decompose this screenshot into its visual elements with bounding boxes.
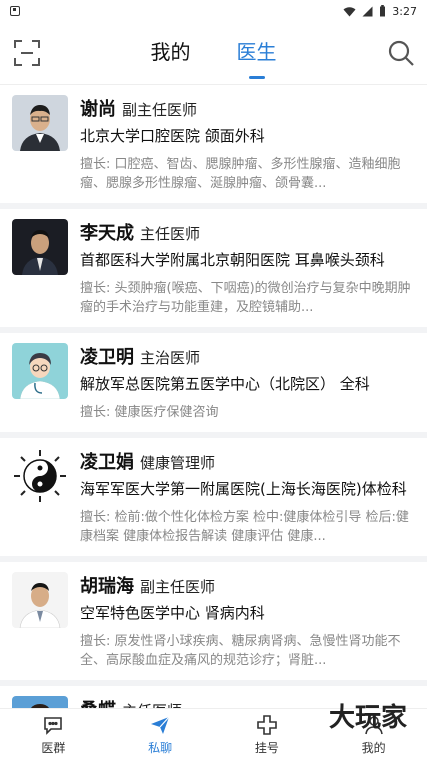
- doctor-title: 副主任医师: [122, 101, 198, 119]
- nav-label: 我的: [361, 740, 386, 755]
- doctor-skill: 擅长: 头颈肿瘤(喉癌、下咽癌)的微创治疗与复杂中晚期肿瘤的手术治疗与功能重建，…: [80, 281, 411, 315]
- watermark: 大玩家: [329, 697, 407, 734]
- doctor-card[interactable]: 李天成 主任医师 首都医科大学附属北京朝阳医院 耳鼻喉头颈科 擅长: 头颈肿瘤(…: [0, 209, 427, 333]
- doctor-list: 谢尚 副主任医师 北京大学口腔医院 颌面外科 擅长: 口腔癌、智齿、腮腺肿瘤、多…: [0, 84, 427, 708]
- header: 我的 医生: [0, 22, 427, 84]
- doctor-hospital: 空军特色医学中心 肾病内科: [80, 604, 265, 622]
- doctor-skill: 擅长: 健康医疗保健咨询: [80, 405, 219, 420]
- doctor-hospital: 海军军医大学第一附属医院(上海长海医院)体检科: [80, 480, 407, 498]
- watermark-text: 大玩家: [328, 703, 407, 733]
- nav-group-chat[interactable]: 医群: [0, 709, 107, 760]
- doctor-title: 副主任医师: [140, 578, 216, 596]
- doctor-card[interactable]: 胡瑞海 副主任医师 空军特色医学中心 肾病内科 擅长: 原发性肾小球疾病、糖尿病…: [0, 562, 427, 686]
- nav-registration[interactable]: 挂号: [214, 709, 321, 760]
- scan-button[interactable]: [14, 40, 40, 66]
- doctor-card[interactable]: 凌卫娟 健康管理师 海军军医大学第一附属医院(上海长海医院)体检科 擅长: 检前…: [0, 438, 427, 562]
- doctor-name: 桑蝶: [80, 696, 116, 708]
- wifi-icon: [343, 6, 356, 16]
- doctor-name: 胡瑞海: [80, 576, 134, 597]
- doctor-avatar: [12, 219, 68, 275]
- paper-plane-icon: [151, 716, 170, 734]
- doctor-title: 主任医师: [122, 700, 182, 708]
- doctor-avatar: [12, 448, 68, 504]
- signal-icon: [362, 6, 373, 16]
- nav-private-chat[interactable]: 私聊: [107, 709, 214, 760]
- doctor-avatar: [12, 572, 68, 628]
- doctor-avatar: [12, 696, 68, 708]
- doctor-skill: 擅长: 检前:做个性化体检方案 检中:健康体检引导 检后:健康档案 健康体检报告…: [80, 510, 409, 544]
- doctor-name: 凌卫娟: [80, 452, 134, 473]
- doctor-card[interactable]: 凌卫明 主治医师 解放军总医院第五医学中心（北院区） 全科 擅长: 健康医疗保健…: [0, 333, 427, 438]
- status-time: 3:27: [392, 4, 417, 18]
- nav-label: 医群: [41, 740, 66, 755]
- doctor-name: 谢尚: [80, 99, 116, 120]
- nav-label: 挂号: [254, 740, 279, 755]
- search-button[interactable]: [387, 39, 415, 67]
- doctor-card[interactable]: 谢尚 副主任医师 北京大学口腔医院 颌面外科 擅长: 口腔癌、智齿、腮腺肿瘤、多…: [0, 85, 427, 209]
- doctor-hospital: 解放军总医院第五医学中心（北院区） 全科: [80, 375, 370, 393]
- doctor-hospital: 北京大学口腔医院 颌面外科: [80, 127, 265, 145]
- doctor-title: 健康管理师: [140, 454, 216, 472]
- doctor-avatar: [12, 95, 68, 151]
- chat-bubble-icon: [44, 716, 63, 735]
- battery-icon: [380, 5, 386, 17]
- header-tabs: 我的 医生: [151, 36, 277, 71]
- status-bar: 3:27: [0, 0, 427, 22]
- nav-label: 私聊: [148, 740, 173, 755]
- doctor-skill: 擅长: 原发性肾小球疾病、糖尿病肾病、急慢性肾功能不全、高尿酸血症及痛风的规范诊…: [80, 634, 401, 668]
- plus-cross-icon: [257, 714, 277, 735]
- doctor-name: 李天成: [80, 223, 134, 244]
- app-notification-icon: [10, 6, 20, 16]
- tab-mine[interactable]: 我的: [151, 36, 191, 71]
- doctor-name: 凌卫明: [80, 347, 134, 368]
- doctor-hospital: 首都医科大学附属北京朝阳医院 耳鼻喉头颈科: [80, 251, 385, 269]
- doctor-title: 主治医师: [140, 349, 201, 367]
- doctor-title: 主任医师: [140, 225, 201, 243]
- doctor-avatar: [12, 343, 68, 399]
- tab-doctors[interactable]: 医生: [237, 36, 277, 71]
- search-icon: [388, 40, 414, 66]
- scan-icon: [14, 40, 40, 66]
- doctor-skill: 擅长: 口腔癌、智齿、腮腺肿瘤、多形性腺瘤、造釉细胞瘤、腮腺多形性腺瘤、涎腺肿瘤…: [80, 157, 401, 191]
